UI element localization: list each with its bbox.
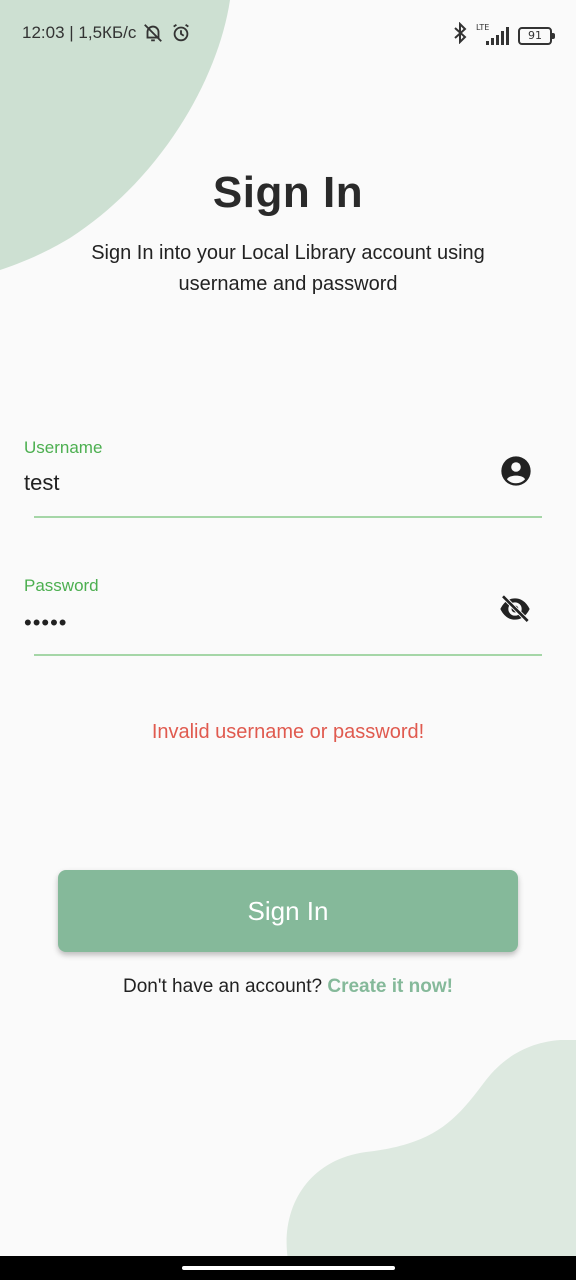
error-message: Invalid username or password! bbox=[151, 721, 425, 743]
status-right: LTE 91 bbox=[452, 21, 555, 49]
create-account-link[interactable]: Create it now! bbox=[327, 976, 453, 997]
page-subtitle: Sign In into your Local Library account … bbox=[91, 242, 485, 295]
sign-in-screen: Sign In Sign In into your Local Library … bbox=[0, 0, 576, 1280]
home-gesture-handle[interactable] bbox=[182, 1266, 395, 1270]
sign-in-button[interactable]: Sign In bbox=[58, 870, 518, 952]
status-bar: 12:03 | 1,5КБ/с LTE 91 bbox=[0, 0, 576, 70]
status-time: 12:03 | 1,5КБ/с bbox=[22, 23, 137, 42]
username-label: Username bbox=[24, 438, 103, 457]
password-field[interactable]: Password ••••• bbox=[24, 576, 542, 658]
battery-icon: 91 bbox=[518, 26, 555, 45]
username-underline bbox=[34, 516, 542, 518]
notifications-off-icon bbox=[142, 22, 164, 44]
create-account-prompt: Don't have an account? Create it now! bbox=[0, 976, 576, 998]
signal-icon: LTE bbox=[476, 23, 510, 47]
alarm-icon bbox=[170, 22, 192, 44]
account-circle-icon bbox=[500, 455, 532, 492]
page-title: Sign In bbox=[212, 168, 364, 217]
visibility-off-icon[interactable] bbox=[498, 593, 532, 630]
username-field[interactable]: Username test bbox=[24, 438, 542, 520]
create-account-text: Don't have an account? bbox=[123, 976, 323, 997]
system-nav-bar bbox=[0, 1256, 576, 1280]
username-input[interactable]: test bbox=[24, 470, 59, 496]
bluetooth-icon bbox=[452, 21, 468, 49]
password-label: Password bbox=[24, 576, 99, 595]
password-underline bbox=[34, 654, 542, 656]
status-left: 12:03 | 1,5КБ/с bbox=[22, 22, 192, 44]
password-input[interactable]: ••••• bbox=[24, 610, 68, 636]
